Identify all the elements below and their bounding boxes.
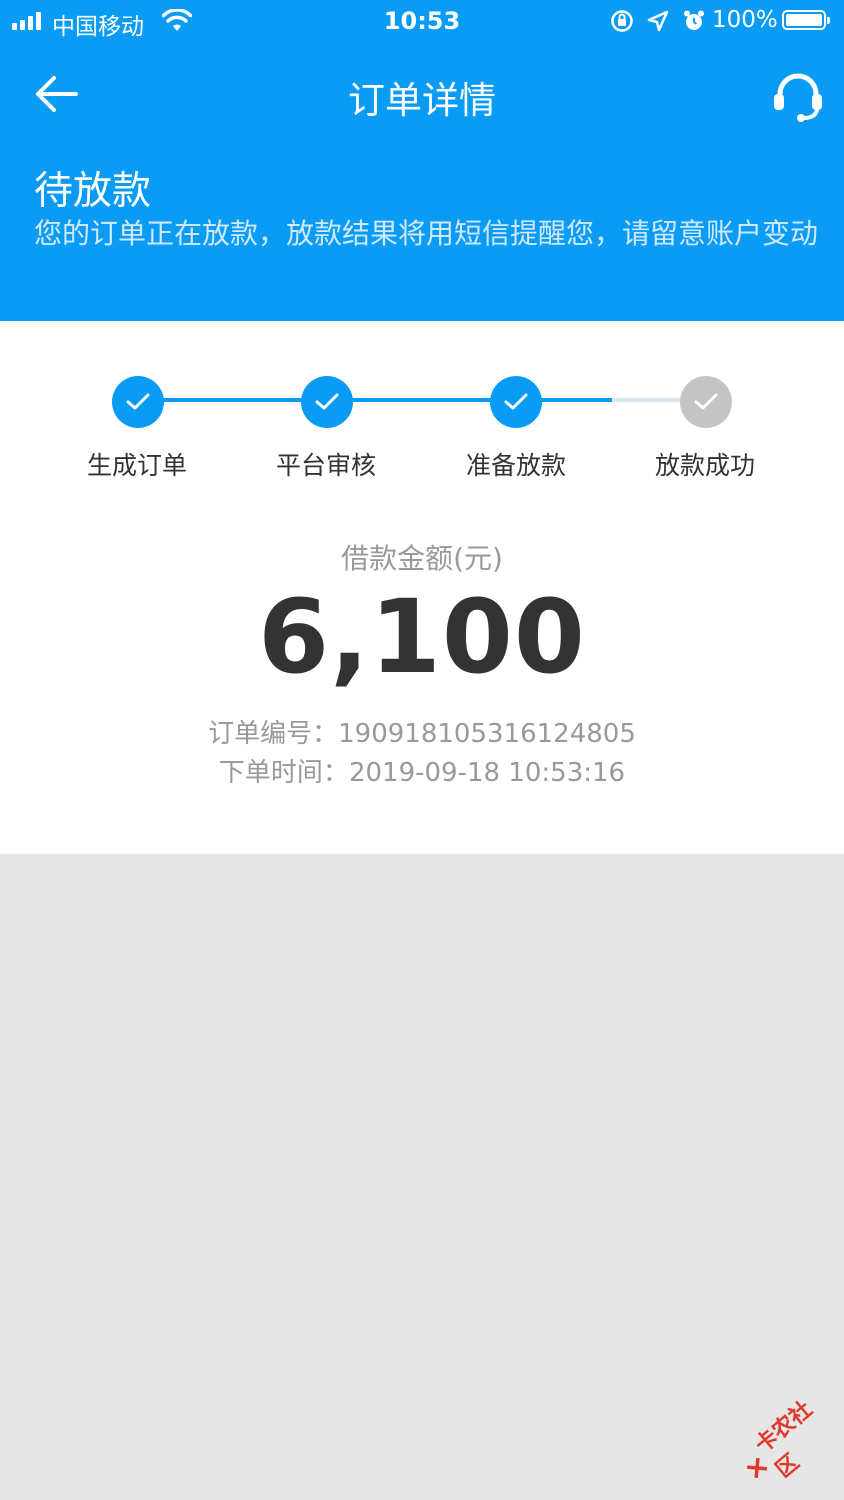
order-status-title: 待放款 [34, 169, 152, 214]
status-icons [610, 9, 706, 37]
step-4-label: 放款成功 [654, 451, 755, 480]
loan-amount-value: 6,100 [258, 578, 586, 697]
check-icon [126, 393, 150, 410]
loan-amount-label: 借款金额(元) [341, 542, 503, 575]
check-icon [694, 393, 718, 410]
order-number-value: 190918105316124805 [338, 719, 636, 749]
page-title: 订单详情 [348, 79, 496, 122]
location-icon [646, 9, 670, 37]
order-number-label: 订单编号： [208, 719, 339, 749]
status-bar: 中国移动 10:53 100% [0, 0, 844, 44]
step-2-label: 平台审核 [275, 451, 376, 480]
headset-icon [774, 73, 822, 122]
step-3-label: 准备放款 [465, 451, 566, 480]
step-4-indicator [680, 376, 732, 428]
alarm-icon [682, 9, 706, 37]
check-icon [315, 393, 339, 410]
order-status-description: 您的订单正在放款，放款结果将用短信提醒您，请留意账户变动 [34, 217, 819, 250]
nav-bar: 订单详情 [0, 44, 844, 144]
rotation-lock-icon [610, 9, 634, 37]
step-1-label: 生成订单 [86, 451, 187, 480]
order-time-value: 2019-09-18 10:53:16 [348, 758, 626, 788]
step-2-indicator [301, 376, 353, 428]
order-time-row: 下单时间：2019-09-18 10:53:16 [0, 752, 844, 789]
step-3-indicator [490, 376, 542, 428]
watermark: 卡农社区 [730, 1387, 844, 1497]
order-number-row: 订单编号：190918105316124805 [0, 713, 844, 750]
customer-service-button[interactable] [770, 70, 826, 122]
battery-icon [782, 10, 830, 30]
step-1-indicator [112, 376, 164, 428]
battery-percent: 100% [712, 7, 778, 33]
order-time-label: 下单时间： [218, 758, 349, 788]
check-icon [504, 393, 528, 410]
